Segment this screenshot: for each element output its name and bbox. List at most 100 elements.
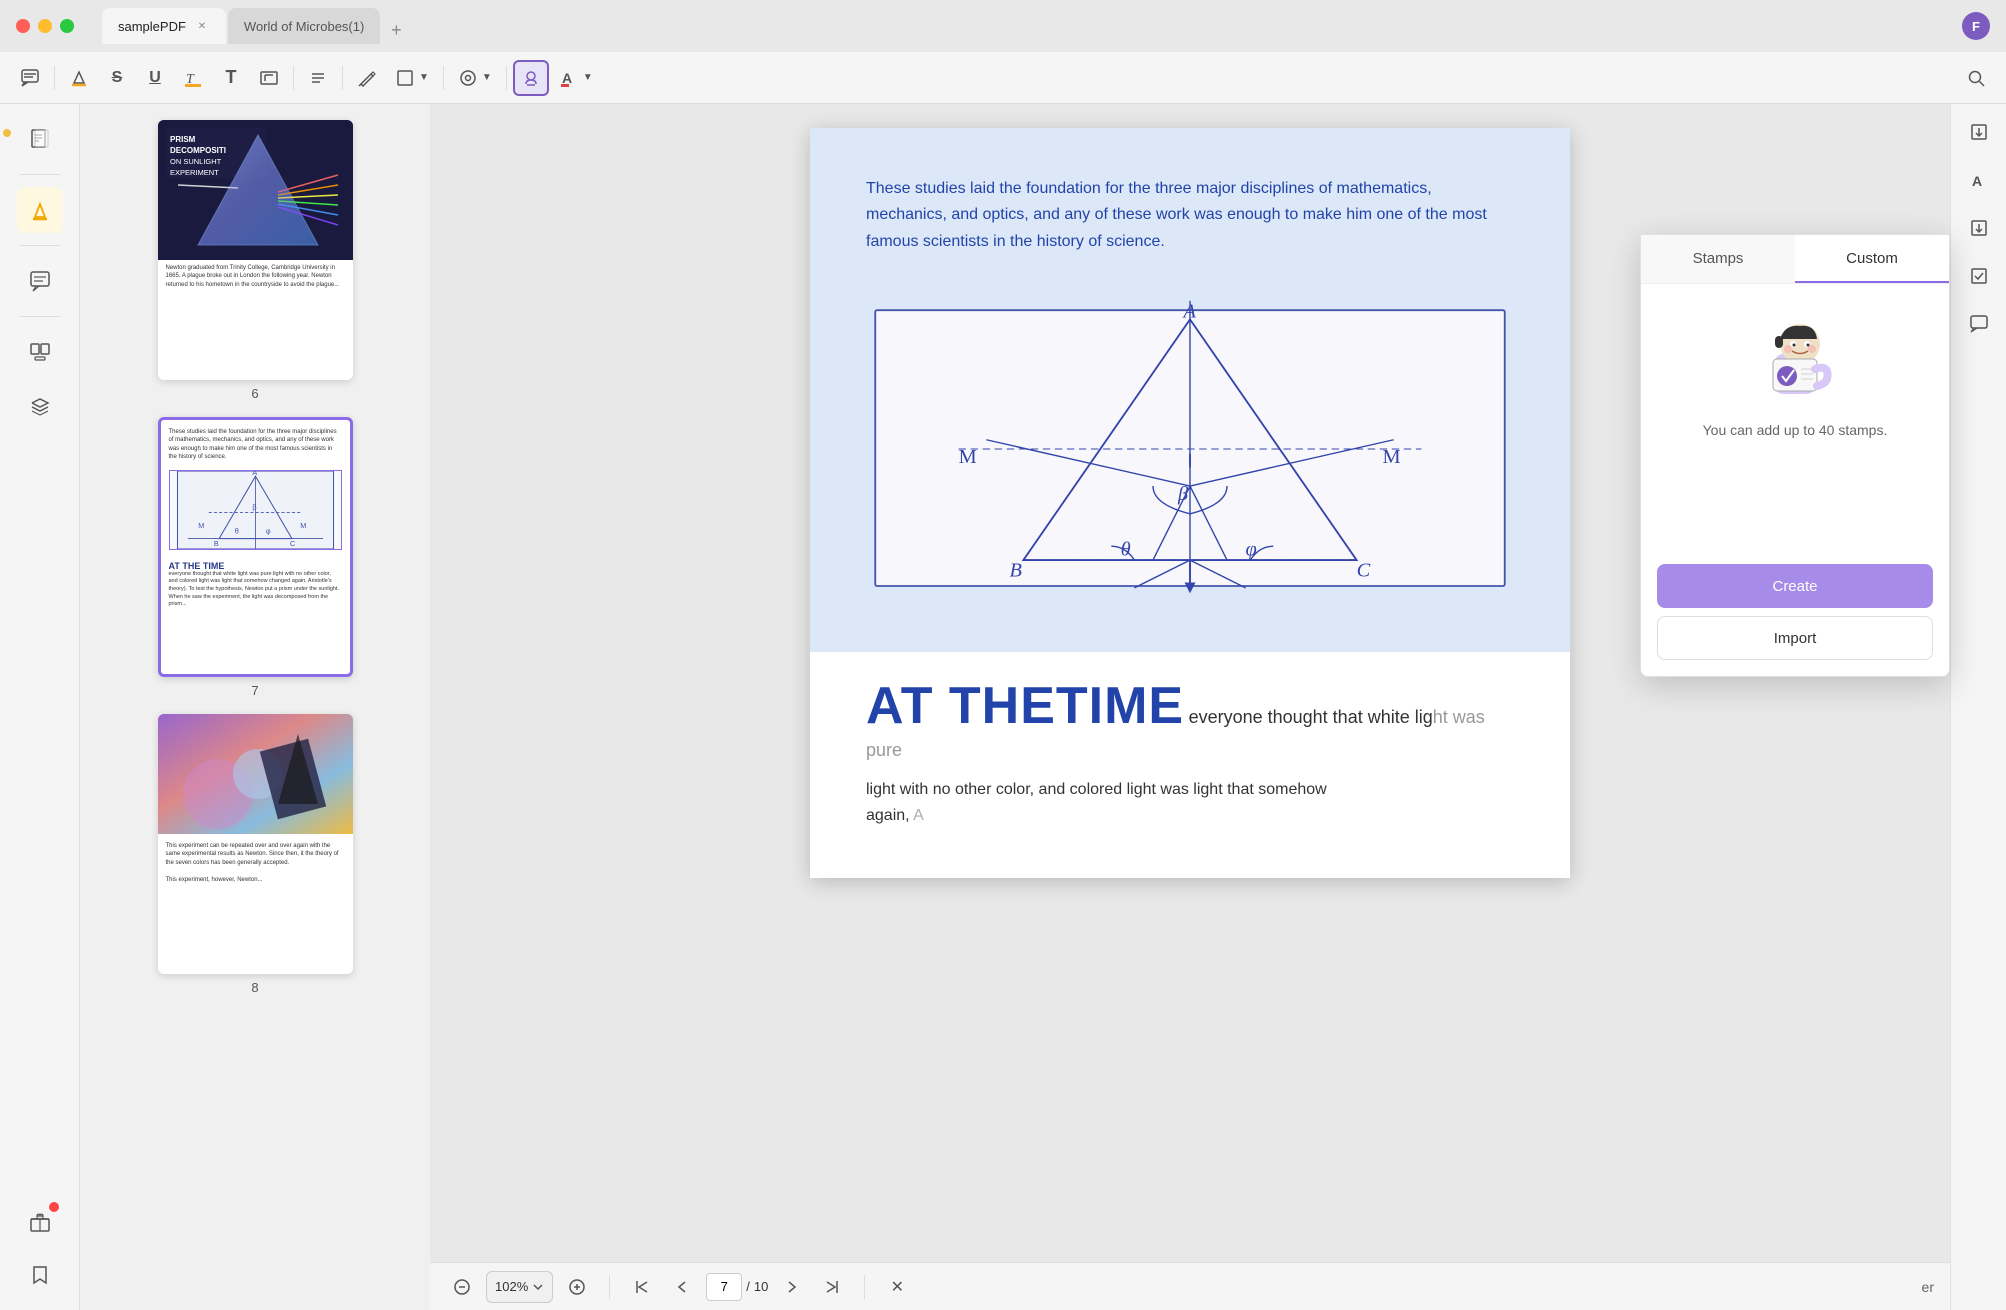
thumb8-graphic bbox=[158, 714, 353, 834]
page-separator: / bbox=[746, 1279, 750, 1294]
sidebar-item-bookmark[interactable] bbox=[17, 1252, 63, 1298]
stamps-tab-custom[interactable]: Custom bbox=[1795, 235, 1949, 283]
maximize-button[interactable] bbox=[60, 19, 74, 33]
divider bbox=[864, 1275, 865, 1299]
svg-text:M: M bbox=[300, 521, 306, 530]
chat-icon bbox=[1969, 314, 1989, 334]
pdf-page-7: These studies laid the foundation for th… bbox=[810, 128, 1570, 878]
divider bbox=[293, 66, 294, 90]
stamps-actions: Create Import bbox=[1641, 564, 1949, 676]
sidebar-item-pages[interactable] bbox=[17, 116, 63, 162]
create-stamp-button[interactable]: Create bbox=[1657, 564, 1933, 608]
thumbnail-panel: PRISM DECOMPOSITI ON SUNLIGHT EXPERIMENT bbox=[80, 104, 430, 1310]
tab-label: World of Microbes(1) bbox=[244, 19, 364, 34]
next-page-button[interactable] bbox=[776, 1271, 808, 1303]
shape-button[interactable]: ▼ bbox=[387, 60, 437, 96]
prev-page-button[interactable] bbox=[666, 1271, 698, 1303]
thumb-page-6: 6 bbox=[251, 386, 258, 401]
stamps-tab-label: Stamps bbox=[1693, 250, 1744, 267]
thumb-page-8: 8 bbox=[251, 980, 258, 995]
close-button[interactable] bbox=[16, 19, 30, 33]
svg-text:EXPERIMENT: EXPERIMENT bbox=[170, 168, 219, 177]
crop-button[interactable]: ▼ bbox=[450, 60, 500, 96]
toolbar: S U T T bbox=[0, 52, 2006, 104]
right-tool-4[interactable] bbox=[1959, 256, 1999, 296]
thumb-card-8[interactable]: This experiment can be repeated over and… bbox=[158, 714, 353, 974]
next-page-icon bbox=[784, 1279, 800, 1295]
sidebar-item-organize[interactable] bbox=[17, 329, 63, 375]
svg-text:φ: φ bbox=[265, 526, 270, 535]
prism-graphic: PRISM DECOMPOSITI ON SUNLIGHT EXPERIMENT bbox=[158, 120, 353, 260]
right-tool-3[interactable] bbox=[1959, 208, 1999, 248]
thumb8-text: This experiment can be repeated over and… bbox=[158, 834, 353, 892]
highlight-tool-icon bbox=[29, 199, 51, 221]
underline-icon: U bbox=[149, 69, 161, 87]
pencil-button[interactable] bbox=[349, 60, 385, 96]
color-dropdown-icon: ▼ bbox=[583, 72, 593, 83]
list-button[interactable] bbox=[300, 60, 336, 96]
text-color-button[interactable]: T bbox=[175, 60, 211, 96]
comment-button[interactable] bbox=[12, 60, 48, 96]
right-tool-chat[interactable] bbox=[1959, 304, 1999, 344]
stamp-button[interactable] bbox=[513, 60, 549, 96]
minimize-button[interactable] bbox=[38, 19, 52, 33]
page-input[interactable] bbox=[706, 1273, 742, 1301]
sidebar-divider bbox=[20, 316, 60, 317]
zoom-in-icon bbox=[568, 1278, 586, 1296]
stamps-tabs: Stamps Custom bbox=[1641, 235, 1949, 284]
zoom-out-button[interactable] bbox=[446, 1271, 478, 1303]
svg-text:θ: θ bbox=[234, 526, 238, 535]
right-tool-1[interactable] bbox=[1959, 112, 1999, 152]
divider bbox=[443, 66, 444, 90]
sidebar-item-highlight[interactable] bbox=[17, 187, 63, 233]
prev-page-icon bbox=[674, 1279, 690, 1295]
tab-bar: samplePDF ✕ World of Microbes(1) + bbox=[102, 8, 410, 44]
sidebar-item-layers[interactable] bbox=[17, 383, 63, 429]
svg-text:C: C bbox=[289, 538, 294, 547]
text-color-icon: T bbox=[183, 68, 203, 88]
tab-close-button[interactable]: ✕ bbox=[194, 18, 210, 34]
layers-icon bbox=[29, 395, 51, 417]
tab-samplePDF[interactable]: samplePDF ✕ bbox=[102, 8, 226, 44]
comment-icon bbox=[20, 68, 40, 88]
first-page-button[interactable] bbox=[626, 1271, 658, 1303]
right-tool-2[interactable]: A bbox=[1959, 160, 1999, 200]
close-bottom-button[interactable]: ✕ bbox=[881, 1271, 913, 1303]
zoom-out-icon bbox=[453, 1278, 471, 1296]
svg-text:β: β bbox=[252, 502, 256, 511]
color-icon: A bbox=[559, 68, 579, 88]
prism-diagram-svg: A B C β M M θ φ bbox=[866, 279, 1514, 619]
export-icon bbox=[1969, 122, 1989, 142]
search-button[interactable] bbox=[1958, 60, 1994, 96]
svg-text:A: A bbox=[1182, 301, 1197, 323]
divider bbox=[342, 66, 343, 90]
import-stamp-button[interactable]: Import bbox=[1657, 616, 1933, 660]
thumb-card-7[interactable]: These studies laid the foundation for th… bbox=[158, 417, 353, 677]
strikethrough-button[interactable]: S bbox=[99, 60, 135, 96]
highlight-button[interactable] bbox=[61, 60, 97, 96]
last-page-button[interactable] bbox=[816, 1271, 848, 1303]
gift-icon bbox=[29, 1210, 51, 1232]
gift-badge bbox=[49, 1202, 59, 1212]
annotations-icon bbox=[29, 270, 51, 292]
download-icon bbox=[1969, 218, 1989, 238]
tab-world-of-microbes[interactable]: World of Microbes(1) bbox=[228, 8, 380, 44]
add-tab-button[interactable]: + bbox=[382, 16, 410, 44]
underline-button[interactable]: U bbox=[137, 60, 173, 96]
color-button[interactable]: A ▼ bbox=[551, 60, 601, 96]
text-format-button[interactable]: T bbox=[213, 60, 249, 96]
bottom-bar: 102% bbox=[430, 1262, 1950, 1310]
first-page-icon bbox=[634, 1279, 650, 1295]
stamps-content: You can add up to 40 stamps. bbox=[1641, 284, 1949, 564]
highlight-icon bbox=[69, 68, 89, 88]
zoom-in-button[interactable] bbox=[561, 1271, 593, 1303]
mascot-icon bbox=[1745, 304, 1845, 404]
thumb-card-6[interactable]: PRISM DECOMPOSITI ON SUNLIGHT EXPERIMENT bbox=[158, 120, 353, 380]
sidebar-item-annotations[interactable] bbox=[17, 258, 63, 304]
strikethrough-icon: S bbox=[112, 69, 123, 87]
text-box-button[interactable] bbox=[251, 60, 287, 96]
stamps-tab-stamps[interactable]: Stamps bbox=[1641, 235, 1795, 283]
divider bbox=[609, 1275, 610, 1299]
zoom-control[interactable]: 102% bbox=[486, 1271, 553, 1303]
sidebar-item-gift[interactable] bbox=[17, 1198, 63, 1244]
